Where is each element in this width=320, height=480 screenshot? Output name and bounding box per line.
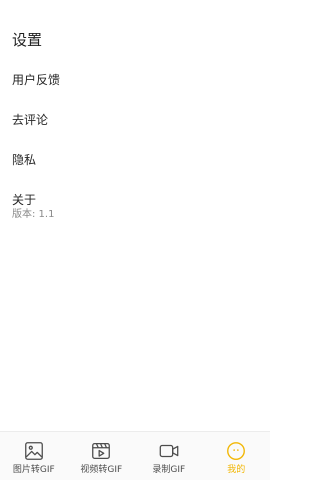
tab-mine-label: 我的 bbox=[227, 465, 246, 475]
tab-record-gif-label: 录制GIF bbox=[152, 465, 186, 475]
menu-item-privacy-label: 隐私 bbox=[12, 153, 37, 167]
tab-video-to-gif[interactable]: 视频转GIF bbox=[68, 432, 136, 480]
tab-image-to-gif-label: 图片转GIF bbox=[12, 465, 55, 475]
menu-item-about-label: 关于 bbox=[12, 193, 37, 207]
menu-item-privacy[interactable]: 隐私 bbox=[0, 146, 270, 178]
menu-item-review-label: 去评论 bbox=[12, 113, 49, 127]
menu-item-feedback[interactable]: 用户反馈 bbox=[0, 66, 270, 98]
bottom-tab-bar: 图片转GIF 视频转GIF 录制GIF 我的 bbox=[0, 431, 270, 480]
menu-item-feedback-label: 用户反馈 bbox=[12, 73, 61, 87]
video-clapper-icon bbox=[92, 443, 111, 459]
tab-image-to-gif[interactable]: 图片转GIF bbox=[0, 432, 68, 480]
version-text: 版本: 1.1 bbox=[12, 209, 55, 220]
tab-mine[interactable]: 我的 bbox=[203, 432, 271, 480]
menu-item-about[interactable]: 关于 版本: 1.1 bbox=[0, 186, 270, 230]
page-title: 设置 bbox=[12, 31, 43, 49]
menu-item-review[interactable]: 去评论 bbox=[0, 106, 270, 138]
camera-record-icon bbox=[159, 444, 179, 458]
image-icon bbox=[24, 442, 43, 460]
smiley-icon bbox=[227, 442, 246, 460]
tab-record-gif[interactable]: 录制GIF bbox=[135, 432, 203, 480]
tab-video-to-gif-label: 视频转GIF bbox=[80, 465, 123, 475]
